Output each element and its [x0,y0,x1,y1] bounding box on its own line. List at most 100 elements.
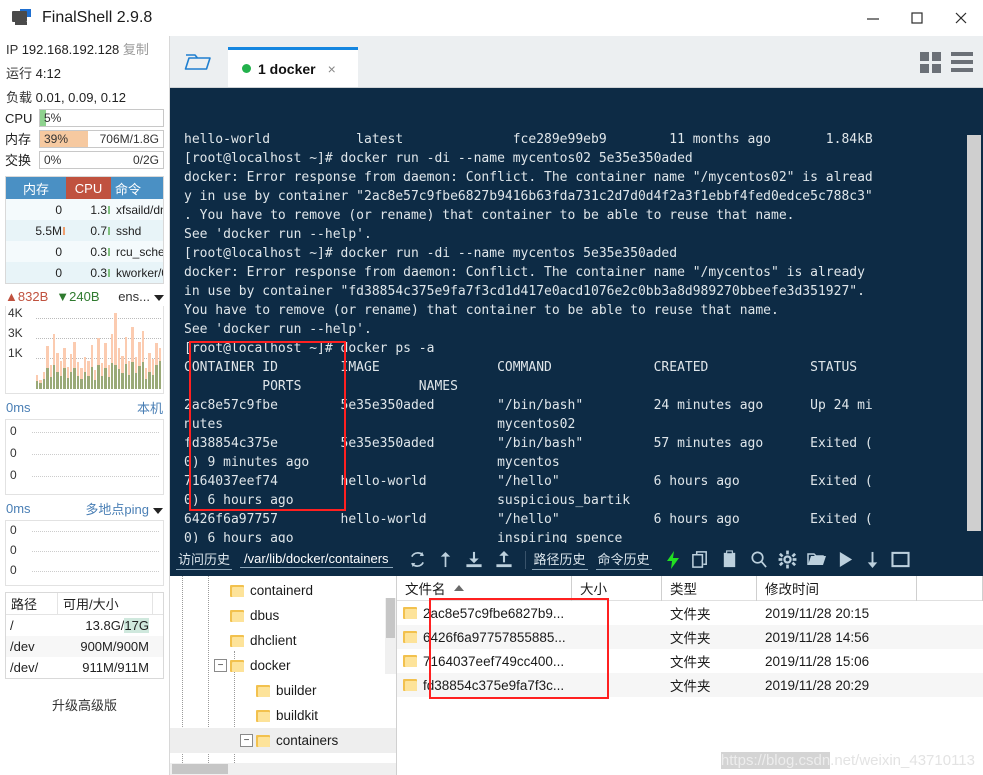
tree-vertical-scrollbar[interactable] [385,598,396,674]
disk-col-path[interactable]: 路径 [6,593,58,614]
download-arrow-icon[interactable] [864,550,881,569]
upload-icon[interactable] [494,550,514,569]
network-bar [49,310,53,389]
tree-node-docker[interactable]: − docker [170,653,396,678]
tree-expander-icon[interactable]: − [214,659,227,672]
process-row[interactable]: 0 0.3 rcu_sched [6,241,163,262]
grid-view-icon[interactable] [920,51,941,73]
network-bar [131,310,134,389]
network-interface-select[interactable]: ens... [118,289,164,304]
process-cpu: 1.3 [66,203,111,217]
process-col-cpu[interactable]: CPU [66,177,111,199]
process-row[interactable]: 0 1.3 xfsaild/dm [6,199,163,220]
network-bar [100,310,104,389]
file-col-size[interactable]: 大小 [572,576,662,601]
terminal-line: 6426f6a97757 hello-world "/hello" 6 hour… [184,512,873,527]
meter-label-1: 内存 [5,132,32,147]
file-col-type[interactable]: 类型 [662,576,757,601]
file-row[interactable]: 2ac8e57c9fbe6827b9... 文件夹 2019/11/28 20:… [397,601,983,625]
lightning-icon[interactable] [665,550,681,570]
disk-col-size[interactable]: 可用/大小 [58,593,153,614]
terminal-output[interactable]: hello-world latest fce289e99eb9 11 month… [170,88,983,543]
multi-ping-tick-1: 0 [10,543,17,557]
multi-ping-chart: 0 0 0 [5,520,164,586]
meter-percent-2: 0% [44,152,62,167]
open-folder-icon[interactable] [170,37,228,87]
folder-icon[interactable] [806,551,827,568]
refresh-icon[interactable] [408,550,427,569]
close-button[interactable] [939,0,983,36]
window-title: FinalShell 2.9.8 [42,8,153,26]
terminal-scrollbar-thumb[interactable] [967,135,981,531]
file-col-name[interactable]: 文件名 [397,576,572,601]
network-traffic-chart: 4K 3K 1K [5,306,164,394]
directory-tree[interactable]: containerd dbus dhclient − docker builde… [170,576,397,775]
disk-size: 900M/900M [80,639,149,654]
tree-expander-icon[interactable]: − [240,734,253,747]
visit-history-button[interactable]: 访问历史 [176,549,233,570]
terminal-scrollbar[interactable] [967,92,981,539]
upload-arrow-icon[interactable] [437,550,454,569]
file-name-cell: 7164037eef749cc400... [397,654,572,669]
terminal-line: See 'docker run --help'. [184,227,372,242]
window-icon[interactable] [890,551,910,568]
copy-icon[interactable] [691,550,710,569]
network-bar [155,310,158,389]
tree-node-dbus[interactable]: dbus [170,603,396,628]
folder-icon [403,655,417,667]
tree-node-dhclient[interactable]: dhclient [170,628,396,653]
process-col-cmd[interactable]: 命令 [111,177,163,199]
minimize-button[interactable] [851,0,895,36]
process-cmd: sshd [116,223,142,238]
ip-label: IP [6,42,19,57]
multi-ping-select[interactable]: 多地点ping [85,499,163,518]
process-row[interactable]: 0 0.3 kworker/0 [6,262,163,283]
path-history-button[interactable]: 路径历史 [531,549,588,570]
tree-node-containers[interactable]: − containers [170,728,396,753]
network-bar [59,310,63,389]
list-view-icon[interactable] [951,52,973,72]
upgrade-link[interactable]: 升级高级版 [0,679,169,714]
network-bar [39,310,42,389]
load-label: 负载 [6,90,33,105]
tree-scroll-thumb[interactable] [386,598,395,638]
disk-row[interactable]: /dev 900M/900M [6,636,163,657]
network-bar [53,310,56,389]
file-col-modified[interactable]: 修改时间 [757,576,917,601]
file-row[interactable]: 7164037eef749cc400... 文件夹 2019/11/28 15:… [397,649,983,673]
maximize-button[interactable] [895,0,939,36]
process-row[interactable]: 5.5M 0.7 sshd [6,220,163,241]
tab-docker[interactable]: 1 docker × [228,47,358,87]
sort-ascending-icon [453,585,464,591]
file-type: 文件夹 [670,679,711,694]
terminal-line: hello-world latest fce289e99eb9 11 month… [184,132,873,147]
play-icon[interactable] [837,551,854,568]
search-icon[interactable] [749,550,768,569]
disk-row[interactable]: /dev/ 911M/911M [6,657,163,678]
terminal-line: 7164037eef74 hello-world "/hello" 6 hour… [184,474,873,489]
paste-icon[interactable] [720,550,739,569]
meter-bar-1: 39% 706M/1.8G [39,129,164,148]
disk-path: /dev [10,639,35,654]
disk-table-header: 路径 可用/大小 [6,593,163,615]
folder-icon [403,607,417,619]
download-icon[interactable] [464,550,484,569]
file-row[interactable]: fd38854c375e9fa7f3c... 文件夹 2019/11/28 20… [397,673,983,697]
tree-node-builder[interactable]: builder [170,678,396,703]
command-history-button[interactable]: 命令历史 [595,549,652,570]
tree-hscroll-thumb[interactable] [172,764,228,774]
tree-node-containerd[interactable]: containerd [170,578,396,603]
disk-table: 路径 可用/大小 / 13.8G/17G /dev 900M/900M /dev… [5,592,164,679]
tab-close-icon[interactable]: × [328,61,336,77]
disk-col-extra [153,593,163,614]
file-row[interactable]: 6426f6a97757855885... 文件夹 2019/11/28 14:… [397,625,983,649]
tree-node-label: builder [276,683,317,698]
meter-detail-1: 706M/1.8G [99,131,159,146]
current-path-field[interactable]: /var/lib/docker/containers [240,551,393,568]
gear-icon[interactable] [778,550,797,569]
process-col-mem[interactable]: 内存 [6,177,66,199]
disk-row[interactable]: / 13.8G/17G [6,615,163,636]
tree-horizontal-scrollbar[interactable] [170,763,396,775]
tree-node-buildkit[interactable]: buildkit [170,703,396,728]
copy-ip-button[interactable]: 复制 [123,42,149,57]
